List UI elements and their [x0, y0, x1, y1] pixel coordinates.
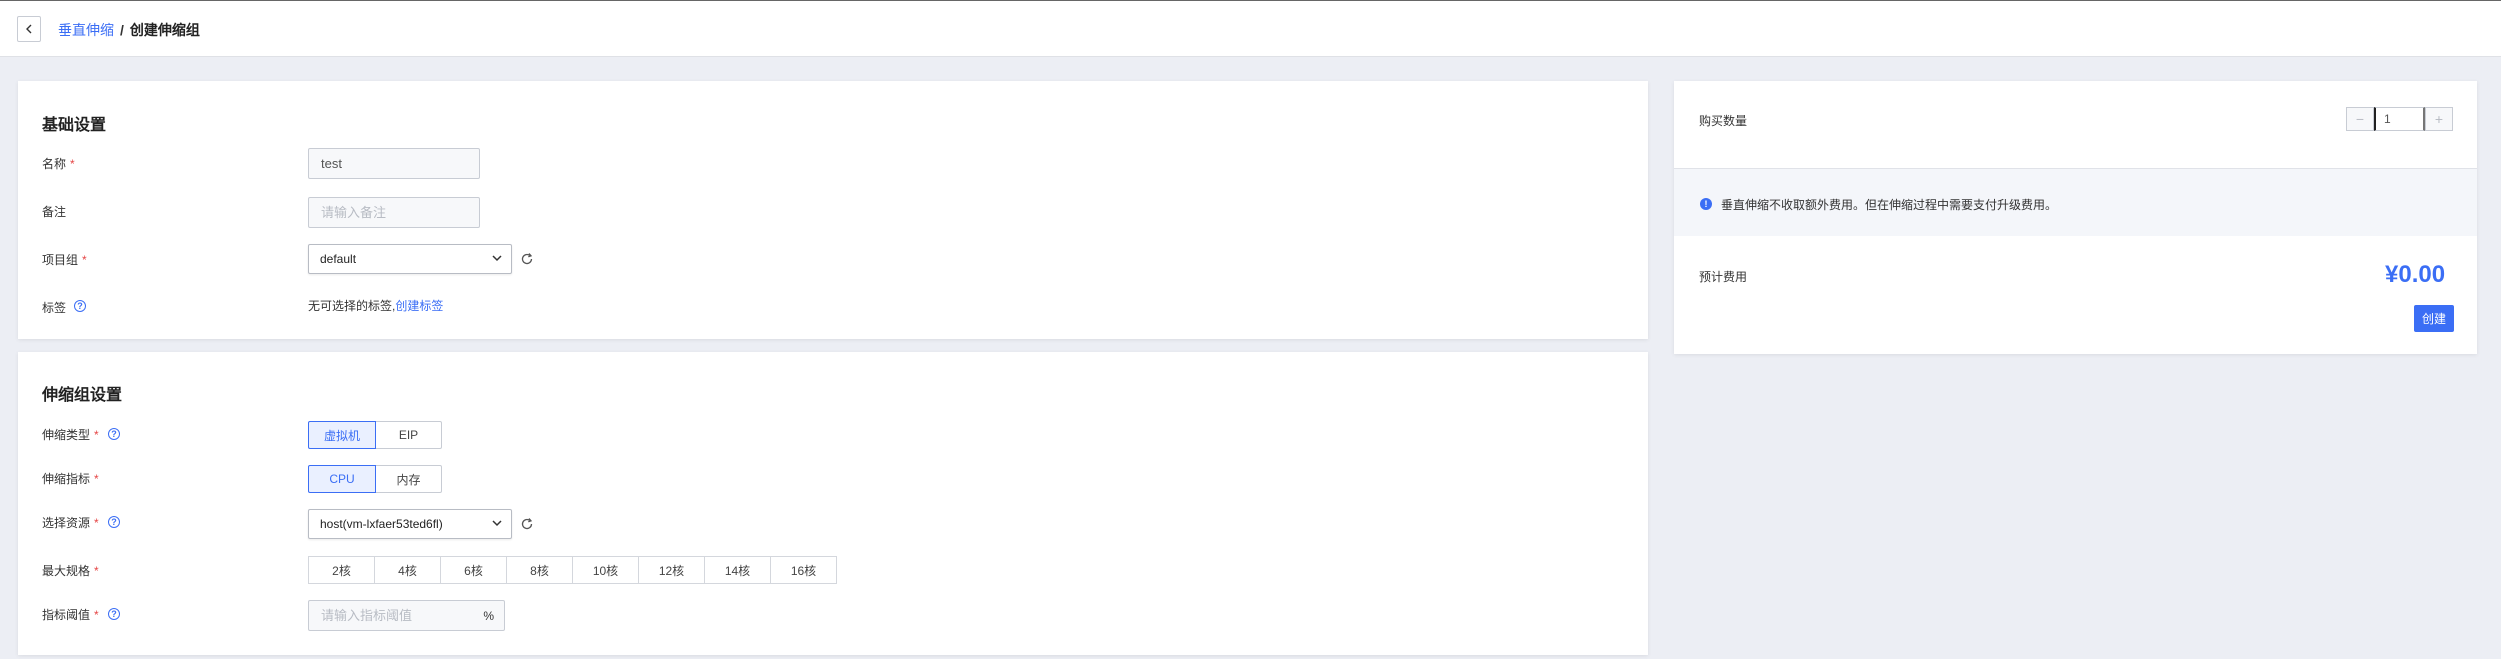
scaling-metric-label-text: 伸缩指标: [42, 472, 91, 486]
resource-select-value: host(vm-lxfaer53ted6fl): [320, 517, 443, 531]
remark-input[interactable]: [308, 197, 480, 228]
scaling-settings-card: 伸缩组设置 伸缩类型 * ? 虚拟机 EIP 伸缩指标 * CPU 内存 选择资源 *…: [18, 352, 1648, 655]
project-label: 项目组 *: [42, 251, 87, 268]
chevron-down-icon: [492, 255, 502, 262]
scaling-metric-toggle: CPU 内存: [308, 465, 442, 493]
required-mark: *: [82, 253, 87, 267]
basic-settings-title: 基础设置: [42, 117, 107, 134]
name-input[interactable]: [308, 148, 480, 179]
name-label-text: 名称: [42, 157, 67, 171]
max-spec-options: 2核 4核 6核 8核 10核 12核 14核 16核: [308, 556, 837, 584]
breadcrumb-parent-link[interactable]: 垂直伸缩: [58, 22, 114, 38]
max-spec-option[interactable]: 4核: [374, 556, 441, 584]
help-icon[interactable]: ?: [108, 428, 120, 440]
estimated-cost-label: 预计费用: [1699, 270, 1748, 284]
help-icon[interactable]: ?: [74, 300, 86, 312]
fee-notice-text: 垂直伸缩不收取额外费用。但在伸缩过程中需要支付升级费用。: [1721, 198, 2058, 212]
scaling-type-vm-option[interactable]: 虚拟机: [308, 421, 376, 449]
info-icon: !: [1700, 198, 1712, 210]
top-bar: 垂直伸缩 / 创建伸缩组: [0, 0, 2501, 57]
scaling-type-toggle: 虚拟机 EIP: [308, 421, 442, 449]
quantity-decrement-button[interactable]: −: [2346, 107, 2374, 131]
breadcrumb-current: 创建伸缩组: [129, 22, 200, 38]
max-spec-label: 最大规格 *: [42, 562, 99, 579]
max-spec-option[interactable]: 14核: [704, 556, 771, 584]
required-mark: *: [94, 608, 99, 622]
max-spec-option[interactable]: 2核: [308, 556, 375, 584]
threshold-unit: %: [483, 608, 494, 623]
chevron-down-icon: [492, 520, 502, 527]
max-spec-option[interactable]: 8核: [506, 556, 573, 584]
resource-label-text: 选择资源: [42, 516, 91, 530]
max-spec-label-text: 最大规格: [42, 564, 91, 578]
threshold-input[interactable]: [309, 608, 469, 623]
required-mark: *: [94, 428, 99, 442]
quantity-label: 购买数量: [1699, 114, 1748, 128]
max-spec-option[interactable]: 16核: [770, 556, 837, 584]
tag-label: 标签: [42, 301, 67, 315]
scaling-type-label-text: 伸缩类型: [42, 428, 91, 442]
tag-empty-text: 无可选择的标签,创建标签: [308, 297, 443, 314]
fee-notice: ! 垂直伸缩不收取额外费用。但在伸缩过程中需要支付升级费用。: [1674, 169, 2477, 236]
scaling-settings-title: 伸缩组设置: [42, 387, 123, 404]
estimated-cost-value: ¥0.00: [2385, 261, 2446, 288]
breadcrumb: 垂直伸缩 / 创建伸缩组: [58, 20, 200, 40]
name-label: 名称 *: [42, 155, 75, 172]
refresh-icon[interactable]: [520, 252, 534, 266]
chevron-left-icon: [26, 24, 32, 34]
scaling-metric-label: 伸缩指标 *: [42, 470, 99, 487]
resource-select[interactable]: host(vm-lxfaer53ted6fl): [308, 509, 512, 539]
resource-label: 选择资源 *: [42, 514, 99, 531]
basic-settings-card: 基础设置 名称* 备注 项目组* default 标签 ? 无可选择的标签,创建…: [18, 81, 1648, 339]
help-icon[interactable]: ?: [108, 516, 120, 528]
tag-empty-message: 无可选择的标签,: [308, 299, 396, 313]
threshold-label: 指标阈值 *: [42, 606, 99, 623]
quantity-stepper: − +: [2346, 107, 2453, 131]
quantity-increment-button[interactable]: +: [2425, 107, 2453, 131]
breadcrumb-separator: /: [120, 22, 124, 38]
threshold-label-text: 指标阈值: [42, 608, 91, 622]
max-spec-option[interactable]: 12核: [638, 556, 705, 584]
max-spec-option[interactable]: 6核: [440, 556, 507, 584]
scaling-metric-memory-option[interactable]: 内存: [375, 465, 442, 493]
scaling-metric-cpu-option[interactable]: CPU: [308, 465, 376, 493]
project-select[interactable]: default: [308, 244, 512, 274]
refresh-icon[interactable]: [520, 517, 534, 531]
help-icon[interactable]: ?: [108, 608, 120, 620]
threshold-field: %: [308, 600, 505, 631]
create-button[interactable]: 创建: [2414, 305, 2454, 332]
scaling-type-eip-option[interactable]: EIP: [375, 421, 442, 449]
project-label-text: 项目组: [42, 253, 79, 267]
create-tag-link[interactable]: 创建标签: [395, 299, 443, 313]
required-mark: *: [70, 157, 75, 171]
required-mark: *: [94, 564, 99, 578]
remark-label: 备注: [42, 205, 67, 219]
project-select-value: default: [320, 252, 357, 266]
required-mark: *: [94, 516, 99, 530]
quantity-input[interactable]: [2374, 107, 2425, 131]
max-spec-option[interactable]: 10核: [572, 556, 639, 584]
back-button[interactable]: [17, 16, 41, 42]
required-mark: *: [94, 472, 99, 486]
scaling-type-label: 伸缩类型 *: [42, 426, 99, 443]
